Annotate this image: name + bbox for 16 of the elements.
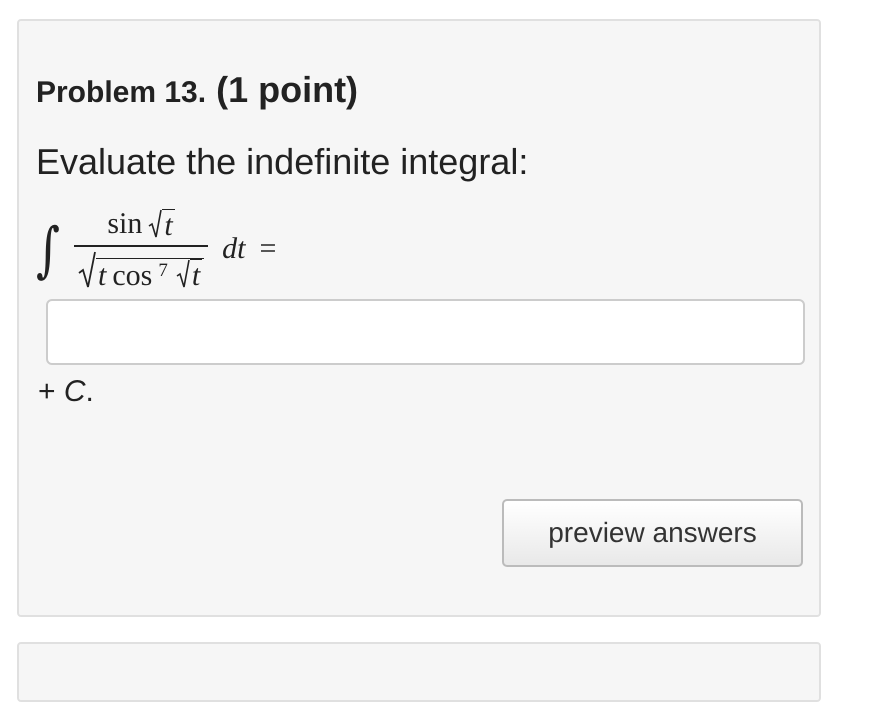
math-variable: t: [190, 258, 202, 291]
differential: dt: [222, 232, 246, 266]
constant-suffix: + C.: [38, 375, 95, 409]
function-name: cos: [112, 260, 152, 291]
math-variable: t: [98, 260, 106, 291]
problem-points: (1 point): [216, 69, 358, 111]
preview-answers-button[interactable]: preview answers: [502, 499, 803, 567]
function-name: sin: [107, 207, 142, 241]
answer-field[interactable]: [46, 299, 805, 365]
math-variable: t: [162, 208, 175, 241]
equals-sign: =: [260, 232, 276, 266]
integral-sign: ∫: [36, 214, 60, 284]
problem-number: Problem 13.: [36, 76, 206, 110]
radical-icon: [148, 209, 162, 239]
problem-prompt: Evaluate the indefinite integral:: [36, 141, 530, 183]
exponent: 7: [158, 260, 168, 280]
